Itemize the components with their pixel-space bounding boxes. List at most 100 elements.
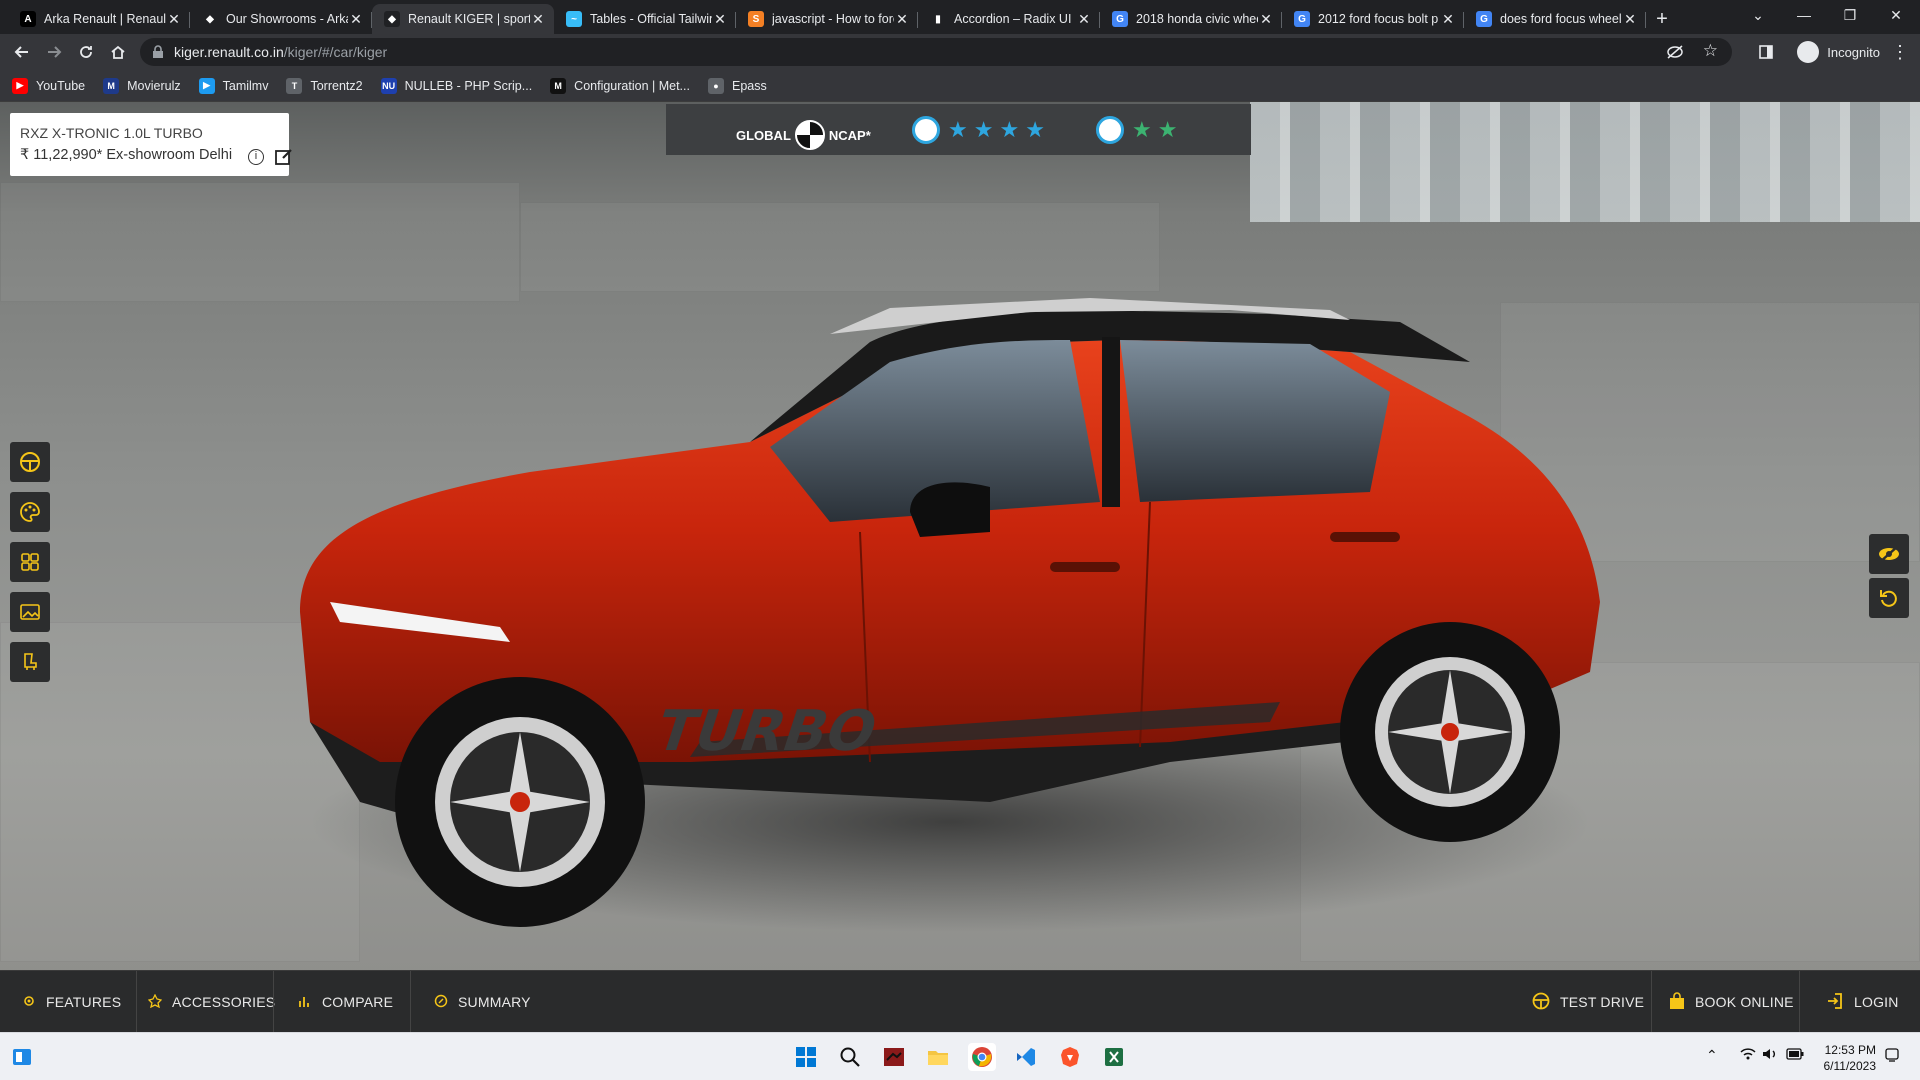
minimize-button[interactable]: — <box>1781 0 1827 30</box>
tab-favicon-icon: G <box>1476 11 1492 27</box>
grid-icon <box>21 553 39 571</box>
bookmark-label: Configuration | Met... <box>574 78 690 93</box>
taskbar-excel[interactable] <box>1100 1043 1128 1071</box>
volume-icon[interactable] <box>1762 1047 1778 1066</box>
bookmark-favicon-icon: M <box>550 77 567 94</box>
close-tab-icon[interactable]: ✕ <box>1258 11 1274 28</box>
car-3d-model[interactable]: TURBO <box>270 202 1610 962</box>
compare-button[interactable]: COMPARE <box>298 971 393 1033</box>
chrome-menu-button[interactable]: ⋮ <box>1886 38 1914 66</box>
back-button[interactable] <box>8 38 36 66</box>
nav-divider <box>1799 971 1800 1033</box>
login-icon <box>1826 992 1844 1013</box>
browser-tab[interactable]: A Arka Renault | Renault ✕ <box>8 4 190 34</box>
tab-favicon-icon: ◆ <box>202 11 218 27</box>
close-window-button[interactable]: ✕ <box>1873 0 1919 30</box>
bookmark-favicon-icon: ● <box>707 77 724 94</box>
close-tab-icon[interactable]: ✕ <box>1440 11 1456 28</box>
bookmark-item[interactable]: ● Epass <box>707 77 767 94</box>
browser-tab[interactable]: ◆ Renault KIGER | sporty ✕ <box>372 4 554 34</box>
widgets-button[interactable] <box>8 1043 36 1071</box>
rotate-view-button[interactable] <box>1869 578 1909 618</box>
home-icon <box>111 45 125 59</box>
compare-label: COMPARE <box>322 994 394 1010</box>
close-tab-icon[interactable]: ✕ <box>1076 11 1092 28</box>
bookmark-item[interactable]: M Movierulz <box>103 77 181 94</box>
bar-chart-icon <box>298 994 312 1011</box>
ncap-label-right: NCAP <box>828 127 866 143</box>
tab-title: Renault KIGER | sporty <box>408 12 530 26</box>
car-configurator-viewport[interactable]: TURBO <box>0 102 1920 1032</box>
new-tab-button[interactable]: + <box>1646 4 1678 34</box>
features-button[interactable]: FEATURES <box>22 971 121 1033</box>
summary-button[interactable]: SUMMARY <box>434 971 531 1033</box>
seat-view-button[interactable] <box>10 642 50 682</box>
colour-picker-button[interactable] <box>10 492 50 532</box>
forward-button[interactable] <box>40 38 68 66</box>
taskbar-vscode[interactable] <box>1012 1043 1040 1071</box>
side-panel-button[interactable] <box>1752 38 1780 66</box>
close-tab-icon[interactable]: ✕ <box>166 11 182 28</box>
bookmark-favicon-icon: ▶ <box>198 77 215 94</box>
bookmark-item[interactable]: ▶ YouTube <box>12 77 85 94</box>
address-bar[interactable]: kiger.renault.co.in/kiger/#/car/kiger ☆ <box>140 38 1732 66</box>
browser-tab[interactable]: ▮ Accordion – Radix UI ✕ <box>918 4 1100 34</box>
search-button[interactable] <box>836 1043 864 1071</box>
vscode-icon <box>1017 1048 1035 1066</box>
gear-icon <box>22 994 36 1011</box>
system-clock[interactable]: 12:53 PM 6/11/2023 <box>1824 1042 1877 1074</box>
variants-grid-button[interactable] <box>10 542 50 582</box>
home-button[interactable] <box>104 38 132 66</box>
tab-title: Arka Renault | Renault <box>44 12 166 26</box>
gallery-icon <box>20 604 40 620</box>
close-tab-icon[interactable]: ✕ <box>348 11 364 28</box>
taskbar-chrome[interactable] <box>968 1043 996 1071</box>
bookmark-item[interactable]: NU NULLEB - PHP Scrip... <box>380 77 532 94</box>
accessories-button[interactable]: ACCESSORIES <box>147 971 275 1033</box>
close-tab-icon[interactable]: ✕ <box>894 11 910 28</box>
bookmark-item[interactable]: T Torrentz2 <box>286 77 363 94</box>
forward-arrow-icon <box>48 46 62 58</box>
hide-hotspots-button[interactable] <box>1869 534 1909 574</box>
tab-search-icon[interactable]: ⌄ <box>1735 0 1781 30</box>
close-tab-icon[interactable]: ✕ <box>712 11 728 28</box>
edit-icon[interactable] <box>275 148 293 166</box>
bookmark-favicon-icon: M <box>103 77 120 94</box>
login-button[interactable]: LOGIN <box>1826 971 1899 1033</box>
interior-view-button[interactable] <box>10 442 50 482</box>
test-drive-button[interactable]: TEST DRIVE <box>1532 971 1644 1033</box>
variant-name: RXZ X-TRONIC 1.0L TURBO <box>20 125 203 141</box>
restore-button[interactable]: ❐ <box>1827 0 1873 30</box>
gallery-button[interactable] <box>10 592 50 632</box>
browser-tab[interactable]: Sjavascript - How to force ✕ <box>736 4 918 34</box>
start-button[interactable] <box>792 1043 820 1071</box>
close-tab-icon[interactable]: ✕ <box>1622 11 1638 28</box>
taskbar-brave[interactable] <box>1056 1043 1084 1071</box>
browser-tab[interactable]: G 2012 ford focus bolt p ✕ <box>1282 4 1464 34</box>
show-hidden-icons-button[interactable]: ⌃ <box>1706 1047 1718 1064</box>
info-icon[interactable]: i <box>248 149 264 165</box>
taskbar-file-explorer[interactable] <box>924 1043 952 1071</box>
browser-tab[interactable]: G 2018 honda civic wheel ✕ <box>1100 4 1282 34</box>
bookmark-favicon-icon: T <box>286 77 303 94</box>
bookmark-favicon-icon: ▶ <box>12 77 28 94</box>
browser-tab[interactable]: ~ Tables - Official Tailwind ✕ <box>554 4 736 34</box>
incognito-profile-button[interactable]: Incognito <box>1797 38 1880 66</box>
browser-tab[interactable]: ◆ Our Showrooms - Arka ✕ <box>190 4 372 34</box>
taskbar-app-game[interactable] <box>880 1043 908 1071</box>
bookmark-label: Tamilmv <box>222 78 269 93</box>
bookmark-star-icon[interactable]: ☆ <box>1703 41 1718 61</box>
close-tab-icon[interactable]: ✕ <box>530 11 546 28</box>
notifications-icon[interactable] <box>1884 1047 1900 1068</box>
book-online-button[interactable]: BOOK ONLINE <box>1669 971 1794 1033</box>
reload-button[interactable] <box>72 38 100 66</box>
wifi-icon[interactable] <box>1740 1047 1756 1064</box>
battery-icon[interactable] <box>1786 1047 1804 1065</box>
bookmark-item[interactable]: ▶ Tamilmv <box>198 77 269 94</box>
chrome-icon <box>972 1047 992 1067</box>
folder-icon <box>928 1051 948 1065</box>
browser-tab[interactable]: Gdoes ford focus wheel ✕ <box>1464 4 1646 34</box>
eye-slash-icon[interactable] <box>1666 44 1684 60</box>
bookmark-item[interactable]: M Configuration | Met... <box>550 77 690 94</box>
clock-time: 12:53 PM <box>1824 1043 1876 1057</box>
